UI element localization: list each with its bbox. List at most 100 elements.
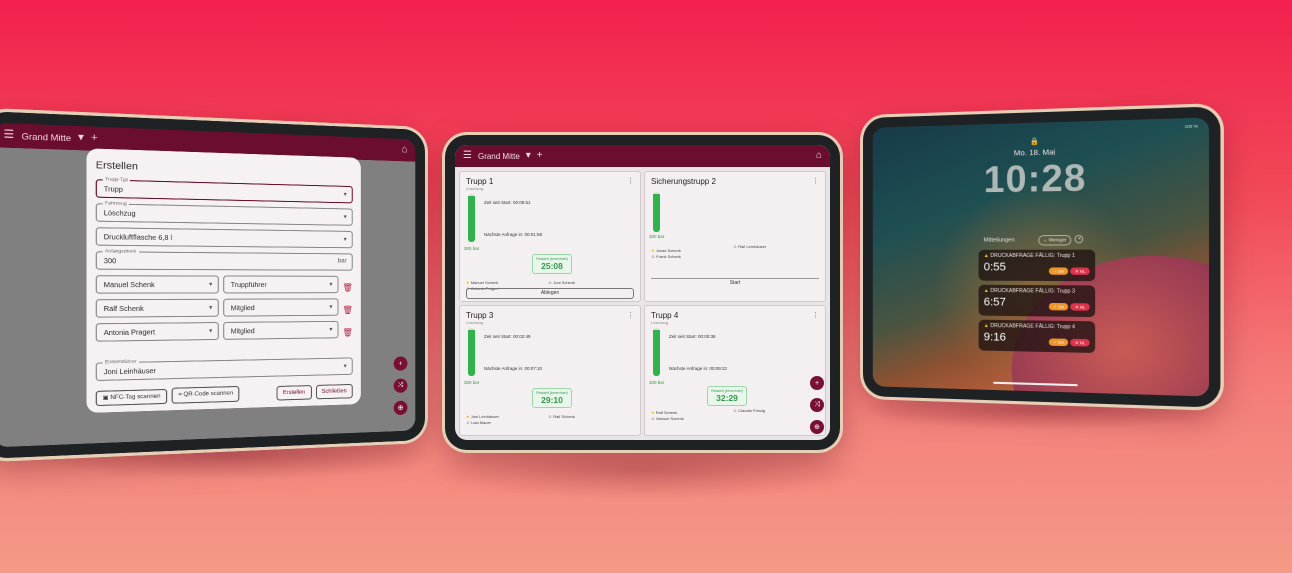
warning-icon: ▲	[983, 287, 989, 295]
leader-select[interactable]: Einheitsführer Joni Leinhäuser ▾	[95, 357, 353, 382]
dismiss-button[interactable]: ✕ NL	[1070, 338, 1090, 347]
more-vert-icon[interactable]: ⋮	[627, 177, 634, 185]
add-group-icon[interactable]: ⊕	[393, 400, 408, 416]
add-person-icon[interactable]: +	[810, 376, 824, 390]
collapse-button[interactable]: ⌄ Weniger	[1037, 234, 1072, 246]
field-value: Joni Leinhäuser	[103, 367, 156, 377]
pressure-fill	[653, 330, 660, 376]
pressure-fill	[468, 196, 475, 242]
person-icon: ☺	[651, 254, 656, 259]
dropdown-icon[interactable]: ▾	[526, 151, 531, 161]
location-title[interactable]: Grand Mitte	[22, 131, 72, 143]
member-select[interactable]: Ralf Schenk ▾	[95, 298, 219, 318]
fab-group: + ⤨ ⊕	[393, 356, 408, 416]
confirm-button[interactable]: ✓ OK	[1048, 302, 1069, 311]
dropdown-icon[interactable]: ▾	[78, 132, 84, 144]
member-name: Jonas Schenk	[655, 248, 681, 253]
card-title: Trupp 1	[466, 177, 494, 186]
field-value: Trupp	[103, 185, 123, 194]
timer-value: 32:29	[716, 393, 738, 403]
star-icon: ★	[651, 248, 655, 253]
confirm-label: OK	[1058, 268, 1065, 274]
notification-card[interactable]: ▲ DRUCKABFRAGE FÄLLIG: Trupp 1 0:55 ✓ OK…	[978, 249, 1096, 282]
add-icon[interactable]: +	[91, 132, 98, 144]
notification-card[interactable]: ▲ DRUCKABFRAGE FÄLLIG: Trupp 4 9:16 ✓ OK…	[978, 319, 1096, 353]
pressure-label: 300 bar	[649, 380, 665, 385]
nfc-scan-button[interactable]: ▣ NFC-Tag scannen	[95, 388, 168, 406]
field-value: Druckluftflasche 6,8 l	[103, 233, 173, 243]
cylinder-select[interactable]: Druckluftflasche 6,8 l ▾	[95, 227, 353, 249]
next-request: Nächste Anfrage in: 00:07:10	[484, 366, 543, 371]
role-select[interactable]: Truppführer ▾	[223, 275, 339, 294]
confirm-button[interactable]: ✓ OK	[1048, 267, 1069, 275]
create-button[interactable]: Erstellen	[276, 384, 312, 401]
chevron-down-icon: ▾	[343, 363, 347, 370]
member-name: Manuel Schenk	[656, 416, 684, 421]
notification-header: Mitteilungen ⌄ Weniger ×	[984, 234, 1084, 246]
pressure-gauge	[468, 194, 475, 242]
stop-button[interactable]: Ablegen	[466, 288, 634, 299]
swap-icon[interactable]: ⤨	[393, 378, 408, 393]
delete-icon[interactable]: 🗑	[343, 305, 353, 314]
location-title[interactable]: Grand Mitte	[478, 152, 520, 161]
card-subtitle: Löschzug	[466, 320, 484, 325]
confirm-button[interactable]: ✓ OK	[1048, 338, 1069, 347]
field-label: Einheitsführer	[102, 358, 139, 365]
vehicle-select[interactable]: Fahrzeug Löschzug ▾	[95, 200, 353, 226]
delete-icon[interactable]: 🗑	[343, 282, 353, 291]
qr-scan-button[interactable]: ⌗ QR-Code scannen	[171, 385, 240, 404]
dismiss-button[interactable]: ✕ NL	[1070, 267, 1090, 275]
member-row: Ralf Schenk ▾ Mitglied ▾ 🗑	[95, 298, 353, 323]
next-request: Nächste Anfrage in: 00:01:58	[484, 232, 543, 237]
member: ☺ Joni Schenk	[548, 280, 575, 285]
member-role: Truppführer	[230, 281, 267, 290]
member-select[interactable]: Antonia Pragert ▾	[95, 321, 219, 342]
trupp-card[interactable]: Trupp 3 Löschzug ⋮ 300 bar Zeit seit Sta…	[459, 305, 641, 436]
member-row: Antonia Pragert ▾ Mitglied ▾ 🗑	[95, 320, 353, 347]
member-select[interactable]: Manuel Schenk ▾	[95, 275, 219, 294]
notification-card[interactable]: ▲ DRUCKABFRAGE FÄLLIG: Trupp 3 6:57 ✓ OK…	[978, 284, 1096, 318]
trupp-card[interactable]: Sicherungstrupp 2 ⋮ 300 bar ★ Jonas Sche…	[644, 171, 826, 302]
member: ☺ Lisa Mauer	[466, 420, 491, 425]
clear-icon[interactable]: ×	[1075, 234, 1084, 244]
pressure-label: 300 bar	[464, 246, 480, 251]
chevron-down-icon: ▾	[343, 214, 347, 221]
add-group-icon[interactable]: ⊕	[810, 420, 824, 434]
field-value: 300	[103, 257, 117, 266]
card-title: Trupp 3	[466, 311, 494, 320]
pressure-input[interactable]: Anfangsdruck 300 bar	[95, 247, 353, 271]
menu-icon[interactable]: ☰	[463, 151, 472, 161]
more-vert-icon[interactable]: ⋮	[812, 177, 819, 185]
dialog-title: Erstellen	[95, 159, 138, 173]
delete-icon[interactable]: 🗑	[343, 327, 353, 336]
member-name: Ralf Schenk	[103, 305, 144, 314]
home-icon[interactable]: ⌂	[402, 144, 408, 155]
elapsed-time: Zeit seit Start: 00:02:49	[484, 334, 531, 339]
trupp-card[interactable]: Trupp 1 Löschzug ⋮ 300 bar Zeit seit Sta…	[459, 171, 641, 302]
dismiss-label: NL	[1079, 304, 1086, 310]
more-vert-icon[interactable]: ⋮	[812, 311, 819, 319]
menu-icon[interactable]: ☰	[3, 129, 14, 142]
close-button[interactable]: Schließen	[315, 383, 353, 399]
member-name: Joni Schenk	[553, 280, 576, 285]
swap-icon[interactable]: ⤨	[810, 398, 824, 412]
role-select[interactable]: Mitglied ▾	[223, 320, 339, 340]
notification-title: DRUCKABFRAGE FÄLLIG: Trupp 3	[990, 287, 1075, 295]
member-row: Manuel Schenk ▾ Truppführer ▾ 🗑	[95, 275, 353, 299]
trupp-card[interactable]: Trupp 4 Löschzug ⋮ 300 bar Zeit seit Sta…	[644, 305, 826, 436]
member: ☺ Frank Schenk	[651, 254, 681, 259]
more-vert-icon[interactable]: ⋮	[627, 311, 634, 319]
member-leader: ★ Ralf Schenk	[651, 410, 677, 415]
dismiss-button[interactable]: ✕ NL	[1070, 303, 1090, 311]
person-icon: ☺	[733, 408, 738, 413]
home-icon[interactable]: ⌂	[816, 151, 822, 161]
start-button[interactable]: Start	[651, 278, 819, 289]
person-icon: ☺	[466, 420, 471, 425]
add-person-icon[interactable]: +	[393, 356, 408, 371]
trupp-type-select[interactable]: Trupp-Typ Trupp ▾	[95, 176, 353, 204]
remaining-timer: Restzeit (berechnet) 29:10	[532, 388, 572, 408]
add-icon[interactable]: +	[537, 151, 543, 161]
role-select[interactable]: Mitglied ▾	[223, 298, 339, 317]
pressure-gauge	[653, 192, 660, 232]
field-label: Anfangsdruck	[102, 247, 139, 254]
